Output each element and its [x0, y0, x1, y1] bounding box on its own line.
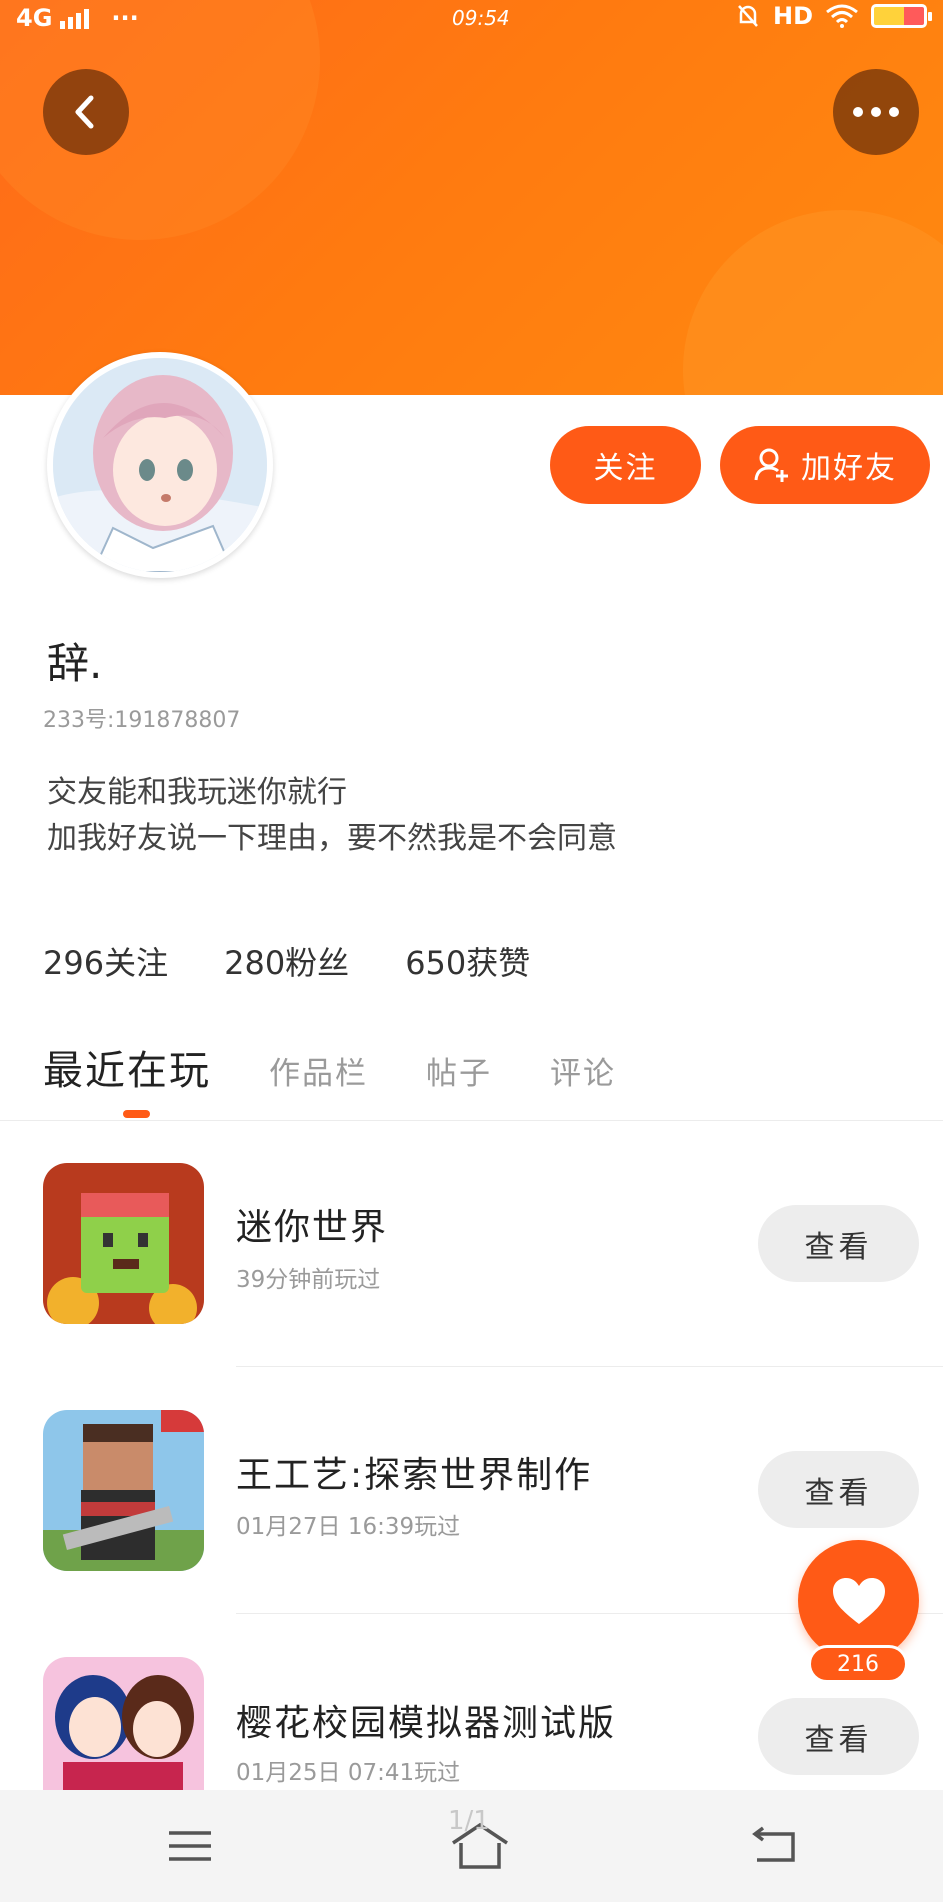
view-game-button[interactable]: 查看	[758, 1698, 919, 1775]
add-friend-button[interactable]: 加好友	[720, 426, 930, 504]
wifi-icon	[826, 4, 858, 28]
page-indicator: 1/1	[448, 1806, 490, 1836]
add-friend-label: 加好友	[801, 451, 897, 486]
nickname: 辞.	[47, 639, 103, 688]
more-dots-icon	[853, 107, 899, 117]
view-label: 查看	[804, 1722, 873, 1758]
bio-line: 交友能和我玩迷你就行	[47, 775, 347, 810]
follow-button[interactable]: 关注	[550, 426, 701, 504]
game-title: 王工艺:探索世界制作	[236, 1455, 593, 1496]
back-button[interactable]	[43, 69, 129, 155]
likes-count: 650获赞	[405, 944, 531, 982]
stats-row: 296关注 280粉丝 650获赞	[43, 938, 530, 984]
divider	[0, 1120, 943, 1121]
divider	[236, 1366, 943, 1367]
game-last-played: 01月25日 07:41玩过	[236, 1760, 461, 1786]
like-button[interactable]	[798, 1540, 919, 1661]
like-count-badge: 216	[808, 1645, 908, 1683]
view-label: 查看	[804, 1475, 873, 1511]
view-game-button[interactable]: 查看	[758, 1451, 919, 1528]
more-status-icon: ···	[111, 4, 139, 32]
avatar[interactable]	[47, 352, 273, 578]
tab-recent-playing[interactable]: 最近在玩	[43, 1038, 211, 1096]
game-title: 樱花校园模拟器测试版	[236, 1703, 617, 1744]
back-nav-button[interactable]	[742, 1814, 806, 1878]
battery-icon	[871, 4, 932, 28]
signal-icon	[60, 7, 90, 29]
view-label: 查看	[804, 1229, 873, 1265]
mute-bell-icon	[738, 5, 758, 27]
menu-icon	[169, 1831, 211, 1861]
following-count[interactable]: 296关注	[43, 938, 168, 984]
game-last-played: 01月27日 16:39玩过	[236, 1514, 461, 1540]
avatar-image	[53, 358, 267, 572]
hd-indicator: HD	[772, 2, 813, 30]
return-icon	[752, 1826, 795, 1862]
followers-count[interactable]: 280粉丝	[224, 938, 349, 984]
heart-icon	[832, 1577, 885, 1624]
profile-tabs: 最近在玩 作品栏 帖子 评论	[43, 1038, 616, 1096]
game-title: 迷你世界	[236, 1207, 389, 1248]
user-id: 233号:191878807	[43, 708, 241, 733]
bio: 交友能和我玩迷你就行 加我好友说一下理由，要不然我是不会同意	[47, 770, 617, 862]
status-bar: 4G ··· 09:54 HD	[0, 0, 943, 36]
add-user-icon	[754, 448, 788, 482]
game-last-played: 39分钟前玩过	[236, 1267, 381, 1293]
tab-works[interactable]: 作品栏	[269, 1048, 368, 1093]
bio-line: 加我好友说一下理由，要不然我是不会同意	[47, 821, 617, 856]
profile-banner	[0, 0, 943, 395]
view-game-button[interactable]: 查看	[758, 1205, 919, 1282]
active-tab-indicator	[123, 1110, 150, 1118]
clock: 09:54	[452, 6, 510, 30]
network-type: 4G	[16, 4, 53, 32]
game-icon-mini-world[interactable]	[43, 1163, 204, 1324]
more-options-button[interactable]	[833, 69, 919, 155]
game-icon-craft[interactable]	[43, 1410, 204, 1571]
tab-comments[interactable]: 评论	[550, 1048, 616, 1093]
menu-button[interactable]	[158, 1814, 222, 1878]
game-icon-sakura-school[interactable]	[43, 1657, 204, 1790]
chevron-left-icon	[75, 95, 94, 129]
tab-posts[interactable]: 帖子	[426, 1048, 492, 1093]
follow-label: 关注	[593, 451, 658, 486]
